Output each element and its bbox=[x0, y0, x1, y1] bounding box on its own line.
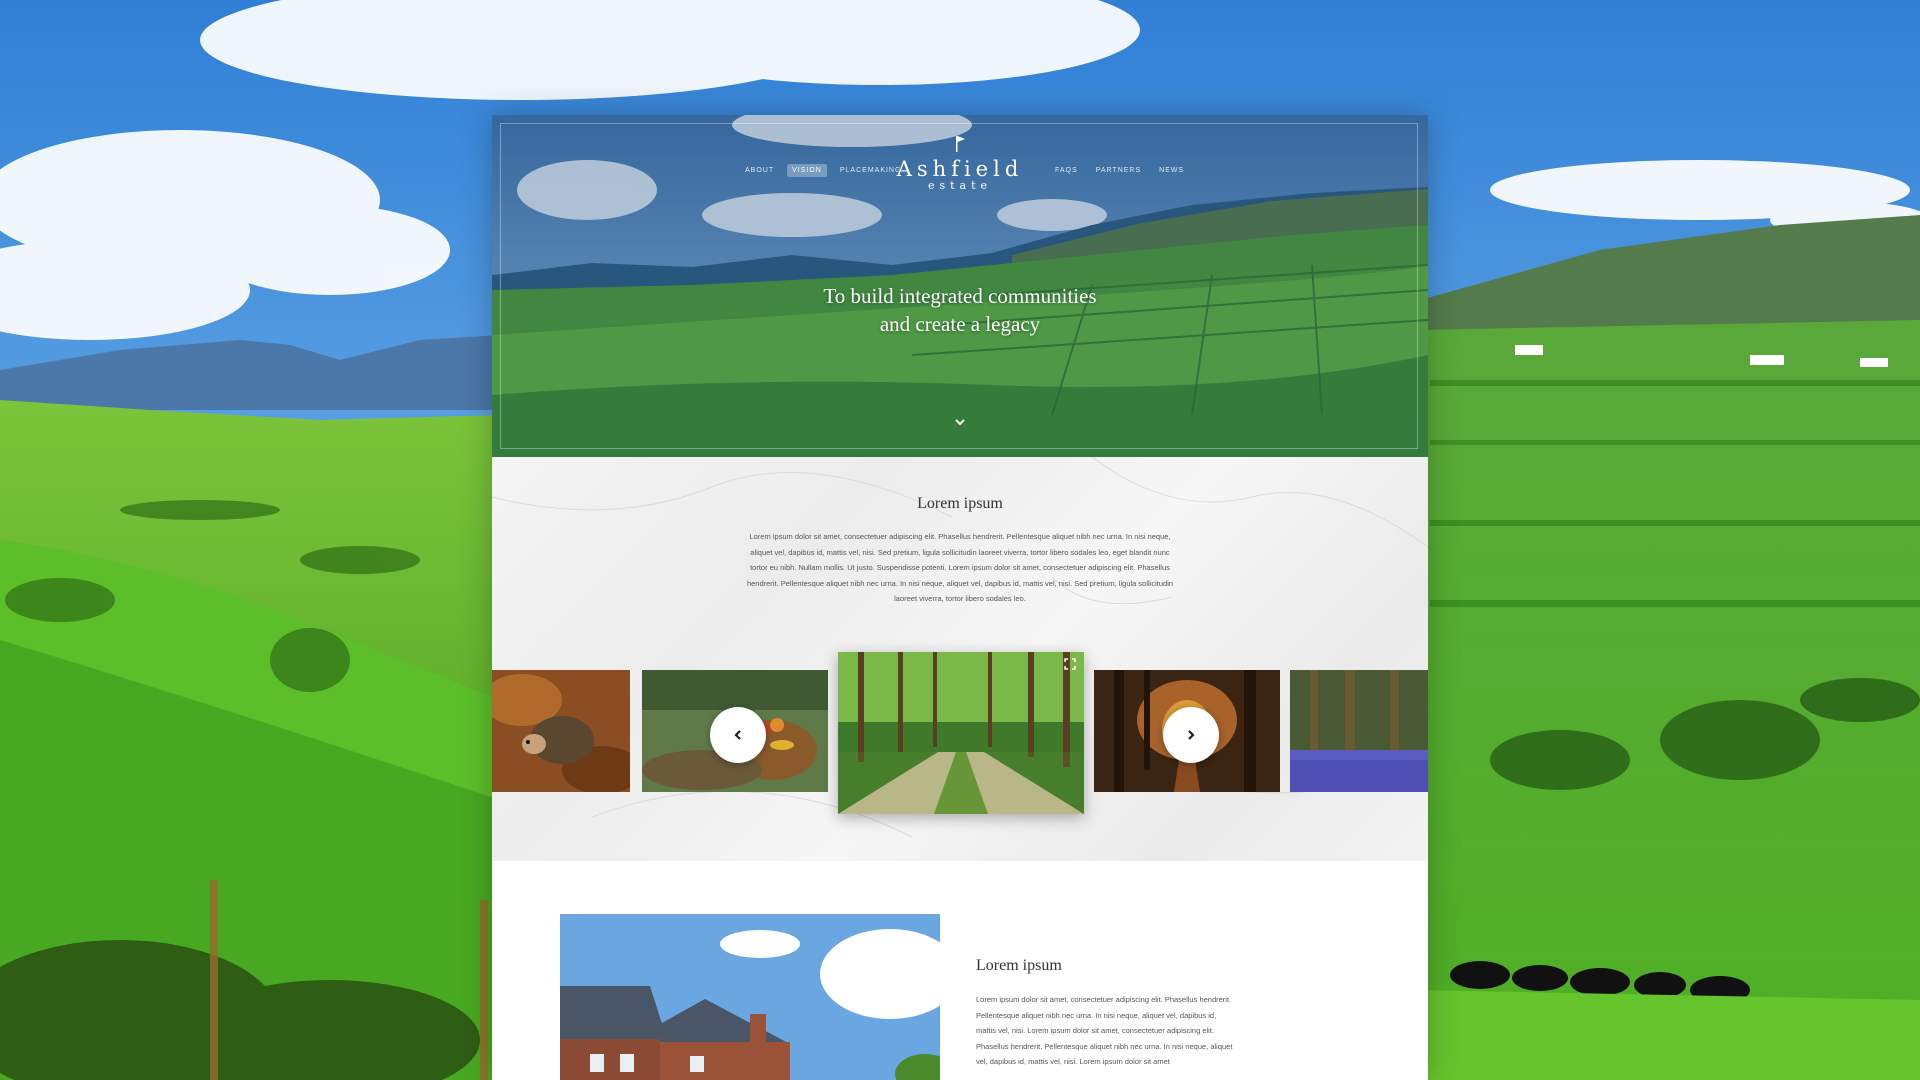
carousel-slide-hedgehog[interactable] bbox=[492, 670, 630, 792]
nav-item-partners[interactable]: PARTNERS bbox=[1091, 164, 1146, 177]
carousel-slide-forest-path[interactable] bbox=[838, 652, 1084, 814]
chevron-left-icon bbox=[734, 730, 741, 740]
website-mockup: ABOUT VISION PLACEMAKING Ashfield estate… bbox=[492, 115, 1428, 1080]
tagline-line-2: and create a legacy bbox=[879, 312, 1041, 336]
fullscreen-icon[interactable] bbox=[1064, 658, 1076, 670]
carousel-prev-button[interactable] bbox=[710, 707, 766, 763]
site-logo[interactable]: Ashfield estate bbox=[492, 135, 1428, 192]
intro-title: Lorem ipsum bbox=[917, 495, 1003, 512]
logo-subtitle: estate bbox=[927, 179, 993, 192]
feature-section: Lorem ipsum Lorem ipsum dolor sit amet, … bbox=[492, 861, 1428, 1080]
carousel-next-button[interactable] bbox=[1163, 707, 1219, 763]
chevron-right-icon bbox=[1188, 730, 1195, 740]
nav-right: FAQS PARTNERS NEWS bbox=[1050, 163, 1189, 177]
nav-item-faqs[interactable]: FAQS bbox=[1050, 164, 1083, 177]
hero-tagline: To build integrated communities and crea… bbox=[492, 282, 1428, 338]
chevron-down-icon[interactable] bbox=[953, 417, 967, 427]
logo-title: Ashfield bbox=[896, 157, 1024, 181]
tagline-line-1: To build integrated communities bbox=[823, 284, 1097, 308]
carousel-slide-bluebell-woods[interactable] bbox=[1290, 670, 1428, 792]
hero-section: ABOUT VISION PLACEMAKING Ashfield estate… bbox=[492, 115, 1428, 457]
feature-title: Lorem ipsum bbox=[976, 957, 1062, 974]
intro-section: Lorem ipsum Lorem ipsum dolor sit amet, … bbox=[492, 457, 1428, 861]
nav-item-news[interactable]: NEWS bbox=[1154, 164, 1189, 177]
image-carousel bbox=[492, 652, 1428, 814]
flag-icon bbox=[956, 136, 965, 152]
intro-body: Lorem ipsum dolor sit amet, consectetuer… bbox=[746, 532, 1174, 604]
feature-body: Lorem ipsum dolor sit amet, consectetuer… bbox=[976, 995, 1233, 1067]
house-photo bbox=[560, 914, 940, 1080]
